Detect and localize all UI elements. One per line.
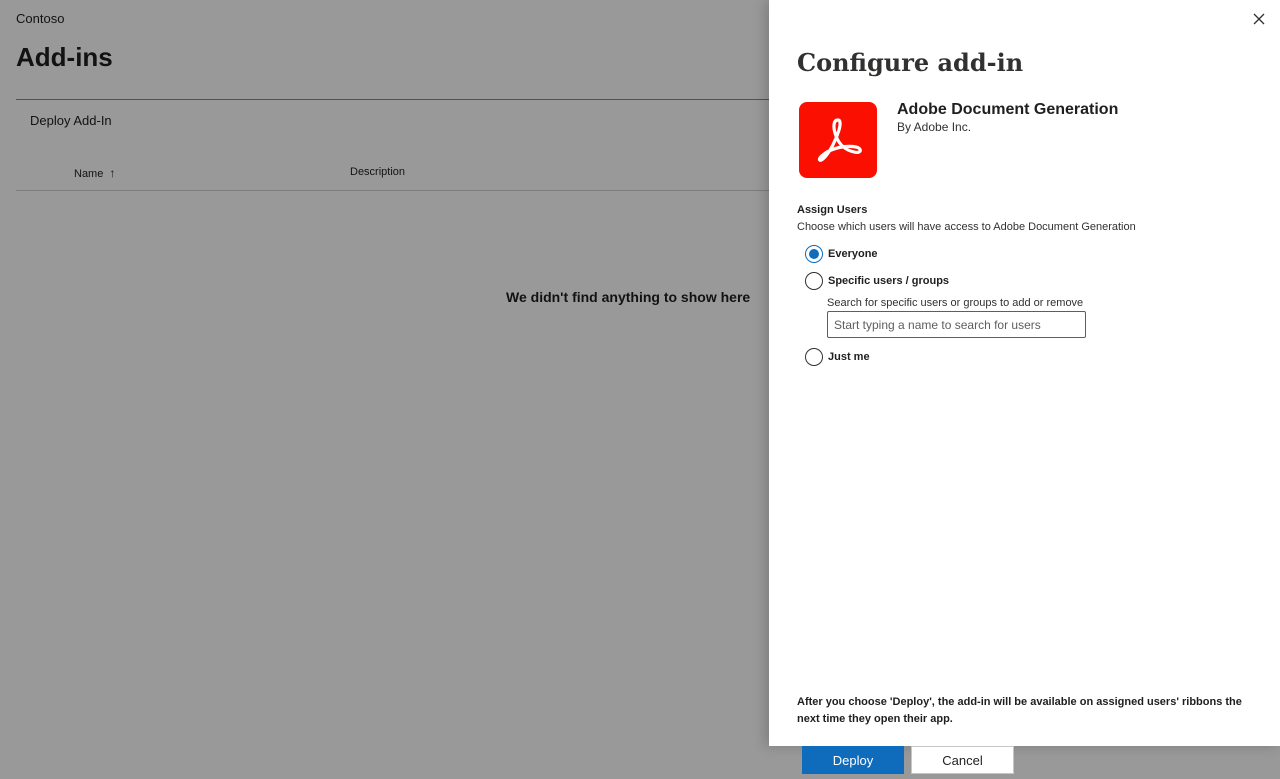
app-publisher: By Adobe Inc. bbox=[897, 120, 972, 134]
radio-specific-users-label: Specific users / groups bbox=[828, 275, 950, 287]
radio-everyone-circle[interactable] bbox=[805, 245, 823, 263]
search-users-hint: Search for specific users or groups to a… bbox=[827, 297, 1084, 309]
search-users-input[interactable] bbox=[827, 311, 1086, 338]
radio-just-me-circle[interactable] bbox=[805, 348, 823, 366]
deploy-button[interactable]: Deploy bbox=[802, 746, 904, 774]
deploy-footer-note: After you choose 'Deploy', the add-in wi… bbox=[797, 696, 1242, 725]
close-icon bbox=[1253, 13, 1265, 25]
radio-everyone-label: Everyone bbox=[828, 248, 878, 260]
app-name: Adobe Document Generation bbox=[897, 101, 1119, 118]
radio-everyone[interactable]: Everyone bbox=[805, 245, 878, 263]
cancel-button[interactable]: Cancel bbox=[911, 746, 1014, 774]
adobe-acrobat-logo-icon bbox=[799, 102, 877, 178]
close-panel-button[interactable] bbox=[1250, 10, 1268, 28]
assign-users-description: Choose which users will have access to A… bbox=[797, 221, 1136, 233]
radio-specific-users-circle[interactable] bbox=[805, 272, 823, 290]
configure-add-in-panel: Configure add-in Adobe Document Generati… bbox=[769, 0, 1280, 746]
radio-just-me[interactable]: Just me bbox=[805, 348, 870, 366]
radio-specific-users[interactable]: Specific users / groups bbox=[805, 272, 949, 290]
assign-users-label: Assign Users bbox=[797, 204, 868, 216]
panel-title: Configure add-in bbox=[797, 48, 1024, 77]
radio-just-me-label: Just me bbox=[828, 351, 870, 363]
